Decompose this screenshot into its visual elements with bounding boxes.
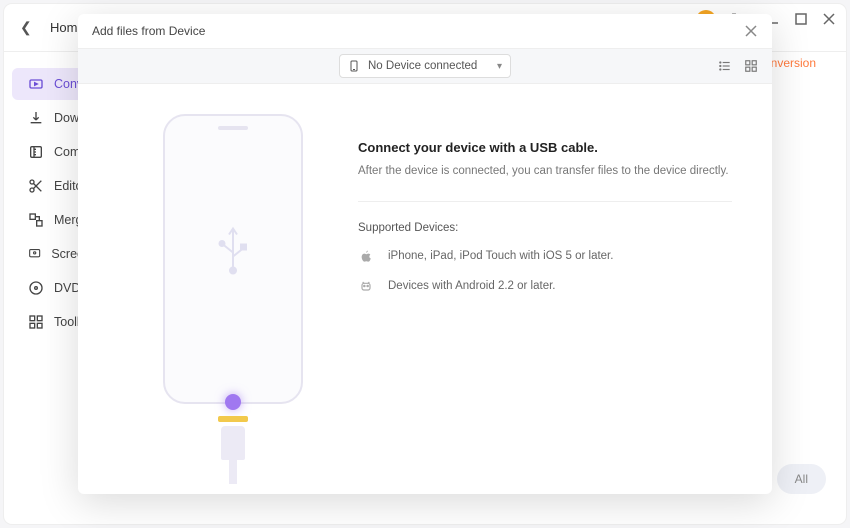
disc-icon — [28, 280, 44, 296]
supported-row-android: Devices with Android 2.2 or later. — [358, 278, 732, 294]
merge-icon — [28, 212, 44, 228]
converter-icon — [28, 76, 44, 92]
phone-icon — [348, 59, 360, 73]
apple-icon — [358, 248, 374, 264]
grid-view-icon[interactable] — [744, 59, 758, 73]
chevron-down-icon: ▾ — [497, 61, 502, 72]
scissors-icon — [28, 178, 44, 194]
back-button[interactable]: ❮ — [20, 19, 40, 36]
screen-icon — [28, 246, 41, 262]
modal-toolbar: No Device connected ▾ — [78, 48, 772, 84]
supported-ios-text: iPhone, iPad, iPod Touch with iOS 5 or l… — [388, 250, 613, 262]
grid-icon — [28, 314, 44, 330]
close-icon[interactable] — [744, 24, 758, 38]
phone-illustration-column — [138, 114, 328, 484]
convert-all-label: All — [795, 472, 808, 486]
view-toggle-group — [718, 59, 758, 73]
connect-title: Connect your device with a USB cable. — [358, 140, 732, 155]
phone-illustration — [163, 114, 303, 404]
supported-android-text: Devices with Android 2.2 or later. — [388, 280, 555, 292]
connect-subtitle: After the device is connected, you can t… — [358, 165, 732, 177]
modal-header: Add files from Device — [78, 14, 772, 48]
usb-icon — [215, 223, 251, 284]
modal-title: Add files from Device — [92, 24, 205, 38]
device-selector[interactable]: No Device connected ▾ — [339, 54, 511, 78]
compress-icon — [28, 144, 44, 160]
modal-body: Connect your device with a USB cable. Af… — [78, 84, 772, 494]
close-window-button[interactable] — [822, 12, 836, 26]
android-icon — [358, 278, 374, 294]
device-selector-label: No Device connected — [368, 60, 477, 72]
cable-plug — [221, 426, 245, 460]
phone-port — [218, 416, 248, 422]
supported-title: Supported Devices: — [358, 222, 732, 234]
convert-all-button[interactable]: All — [777, 464, 826, 494]
maximize-button[interactable] — [794, 12, 808, 26]
divider — [358, 201, 732, 202]
supported-row-ios: iPhone, iPad, iPod Touch with iOS 5 or l… — [358, 248, 732, 264]
connection-indicator-dot — [225, 394, 241, 410]
list-view-icon[interactable] — [718, 59, 732, 73]
window-controls — [766, 12, 836, 26]
conversion-badge: nversion — [771, 56, 816, 70]
download-icon — [28, 110, 44, 126]
info-column: Connect your device with a USB cable. Af… — [328, 114, 732, 484]
add-files-modal: Add files from Device No Device connecte… — [78, 14, 772, 494]
